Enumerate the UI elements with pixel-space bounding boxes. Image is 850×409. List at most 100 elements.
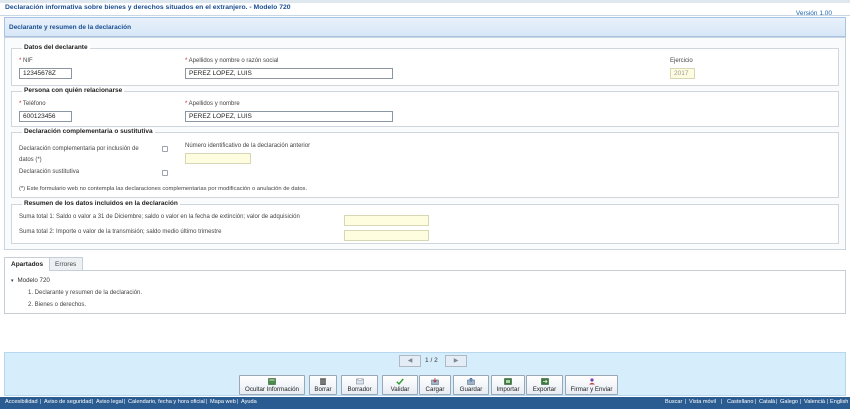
footer-sep: | — [237, 399, 239, 405]
sign-send-icon — [588, 378, 595, 385]
declarante-legend: Datos del declarante — [22, 44, 90, 51]
footer-ayuda[interactable]: Ayuda — [241, 399, 257, 405]
nif-label: * NIF — [19, 58, 33, 64]
footer-aviso-legal[interactable]: Aviso legal — [96, 399, 123, 405]
footer-sep: | — [755, 399, 757, 405]
trash-icon — [320, 378, 326, 385]
footer-sep: | — [776, 399, 778, 405]
telefono-label-text: Teléfono — [22, 101, 46, 107]
title-divider — [0, 15, 850, 16]
borrar-button[interactable]: Borrar — [309, 375, 337, 395]
footer-aviso-seguridad[interactable]: Aviso de seguridad — [44, 399, 91, 405]
footer-calendario[interactable]: Calendario, fecha y hora oficial — [128, 399, 205, 405]
tab-errores[interactable]: Errores — [48, 257, 84, 271]
tree-item-bienes[interactable]: 2. Bienes o derechos. — [28, 302, 86, 308]
ejercicio-label: Ejercicio — [670, 58, 693, 64]
complementaria-checkbox[interactable] — [162, 146, 168, 152]
footer-mapa-web[interactable]: Mapa web — [210, 399, 236, 405]
tab-apartados[interactable]: Apartados — [4, 257, 51, 271]
app-title: Declaración informativa sobre bienes y d… — [5, 4, 291, 11]
sustitutiva-checkbox[interactable] — [162, 170, 168, 176]
guardar-label: Guardar — [459, 386, 483, 393]
borrar-label: Borrar — [314, 386, 332, 393]
footer-sep: | — [721, 399, 723, 405]
section-header: Declarante y resumen de la declaración — [4, 17, 846, 37]
firmar-enviar-label: Firmar y Enviar — [570, 386, 613, 393]
complementaria-label-line2: datos (*) — [19, 157, 42, 163]
declaration-form: Datos del declarante * NIF 12345678Z * A… — [4, 37, 846, 250]
footer-sep: | — [685, 399, 687, 405]
footer-bar: Accesibilidad | Aviso de seguridad | Avi… — [0, 397, 850, 409]
footer-sep: | — [124, 399, 126, 405]
prev-page-button[interactable]: ◀ — [399, 355, 421, 367]
footer-sep: | — [40, 399, 42, 405]
footer-catala[interactable]: Català — [759, 399, 775, 405]
bottom-toolbar: ◀ 1 / 2 ▶ Ocultar Información Borrar Bor… — [4, 352, 846, 396]
check-icon — [396, 378, 404, 385]
footer-sep: | — [206, 399, 208, 405]
firmar-enviar-button[interactable]: Firmar y Enviar — [565, 375, 618, 395]
footer-accesibilidad[interactable]: Accesibilidad — [5, 399, 38, 405]
importar-button[interactable]: Importar — [491, 375, 525, 395]
numero-anterior-input[interactable] — [185, 153, 251, 164]
save-icon — [467, 378, 475, 385]
footer-buscar[interactable]: Buscar — [665, 399, 682, 405]
hide-info-icon — [268, 378, 276, 385]
validar-label: Validar — [390, 386, 410, 393]
contact-name-input[interactable]: PEREZ LOPEZ, LUIS — [185, 111, 393, 122]
footer-english[interactable]: English — [830, 399, 848, 405]
top-strip — [0, 0, 850, 3]
contact-name-label-text: Apellidos y nombre — [188, 101, 240, 107]
name-input[interactable]: PEREZ LOPEZ, LUIS — [185, 68, 393, 79]
tree-root[interactable]: ▾ Modelo 720 — [11, 277, 50, 284]
footer-valencia[interactable]: Valencià — [804, 399, 825, 405]
footer-sep: | — [92, 399, 94, 405]
contacto-group: Persona con quién relacionarse * Teléfon… — [11, 87, 839, 127]
expand-arrow-icon[interactable]: ▾ — [11, 278, 14, 284]
suma1-field[interactable] — [344, 215, 429, 226]
exportar-label: Exportar — [532, 386, 557, 393]
contacto-legend: Persona con quién relacionarse — [22, 87, 125, 94]
ocultar-info-button[interactable]: Ocultar Información — [239, 375, 305, 395]
page-indicator: 1 / 2 — [425, 357, 438, 364]
cargar-label: Cargar — [425, 386, 445, 393]
validar-button[interactable]: Validar — [382, 375, 418, 395]
suma1-label: Suma total 1: Saldo o valor a 31 de Dici… — [19, 214, 300, 220]
cargar-button[interactable]: Cargar — [419, 375, 451, 395]
guardar-button[interactable]: Guardar — [453, 375, 489, 395]
tree-item-declarante[interactable]: 1. Declarante y resumen de la declaració… — [28, 290, 142, 296]
footer-galego[interactable]: Galego — [780, 399, 798, 405]
draft-icon — [355, 378, 364, 385]
borrador-label: Borrador — [347, 386, 372, 393]
importar-label: Importar — [496, 386, 520, 393]
borrador-button[interactable]: Borrador — [341, 375, 378, 395]
resumen-group: Resumen de los datos incluidos en la dec… — [11, 200, 839, 244]
nif-label-text: NIF — [23, 58, 33, 64]
footer-castellano[interactable]: Castellano — [727, 399, 753, 405]
next-page-button[interactable]: ▶ — [445, 355, 467, 367]
load-icon — [431, 378, 439, 385]
apartados-panel: ▾ Modelo 720 1. Declarante y resumen de l… — [4, 270, 846, 314]
footer-vista-movil[interactable]: Vista móvil — [689, 399, 716, 405]
total-pages: 2 — [434, 357, 438, 364]
import-icon — [504, 378, 512, 385]
telefono-label: * Teléfono — [19, 101, 46, 107]
ocultar-info-label: Ocultar Información — [245, 386, 299, 393]
current-page: 1 — [425, 357, 429, 364]
nif-input[interactable]: 12345678Z — [19, 68, 72, 79]
contact-name-label: * Apellidos y nombre — [185, 101, 240, 107]
name-label: * Apellidos y nombre o razón social — [185, 58, 278, 64]
exportar-button[interactable]: Exportar — [526, 375, 563, 395]
footer-sep: | — [800, 399, 802, 405]
telefono-input[interactable]: 600123456 — [19, 111, 72, 122]
footer-sep: | — [827, 399, 829, 405]
suma2-label: Suma total 2: Importe o valor de la tran… — [19, 229, 222, 235]
page-separator: / — [430, 357, 433, 364]
name-label-text: Apellidos y nombre o razón social — [188, 58, 279, 64]
export-icon — [540, 378, 549, 385]
suma2-field[interactable] — [344, 230, 429, 241]
resumen-legend: Resumen de los datos incluidos en la dec… — [22, 200, 180, 207]
complementaria-group: Declaración complementaria o sustitutiva… — [11, 128, 839, 198]
sustitutiva-label: Declaración sustitutiva — [19, 169, 80, 175]
tree-root-label: Modelo 720 — [17, 277, 50, 284]
